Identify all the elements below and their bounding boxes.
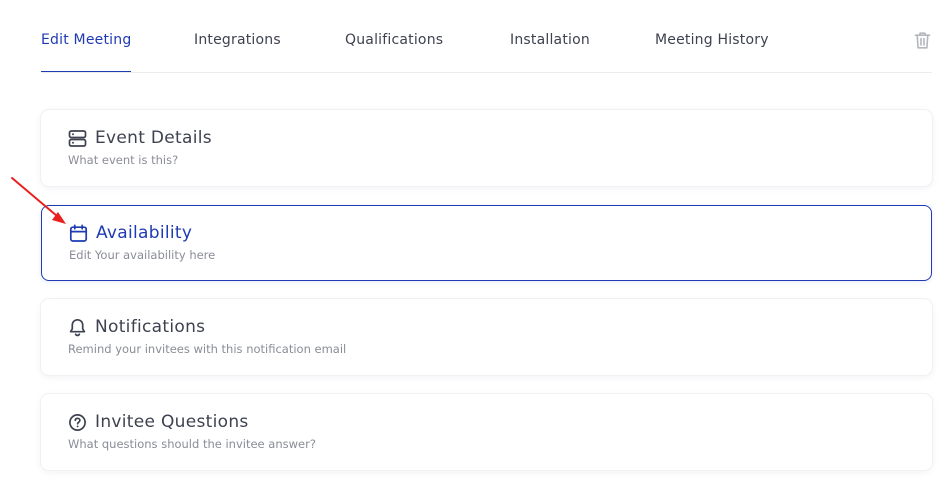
section-subtitle: What event is this? <box>68 153 179 167</box>
section-availability[interactable]: Availability Edit Your availability here <box>41 205 932 281</box>
section-subtitle: Remind your invitees with this notificat… <box>68 342 347 356</box>
calendar-icon <box>69 224 88 242</box>
section-event-details[interactable]: Event Details What event is this? <box>41 110 932 186</box>
section-subtitle: Edit Your availability here <box>69 248 216 262</box>
tab-meeting-history[interactable]: Meeting History <box>655 32 769 72</box>
section-title: Invitee Questions <box>95 412 249 432</box>
tab-qualifications[interactable]: Qualifications <box>345 32 443 72</box>
section-subtitle: What questions should the invitee answer… <box>68 437 316 451</box>
section-title: Availability <box>96 223 193 243</box>
section-title: Notifications <box>95 317 206 337</box>
trash-icon[interactable] <box>914 31 931 50</box>
tab-edit-meeting[interactable]: Edit Meeting <box>41 32 132 72</box>
section-invitee-questions[interactable]: Invitee Questions What questions should … <box>41 394 932 470</box>
section-notifications[interactable]: Notifications Remind your invitees with … <box>41 299 932 375</box>
bell-icon <box>69 318 86 337</box>
meeting-editor: Edit Meeting Integrations Qualifications… <box>0 0 948 482</box>
tab-installation[interactable]: Installation <box>510 32 590 72</box>
section-title: Event Details <box>95 128 212 148</box>
tab-integrations[interactable]: Integrations <box>194 32 281 72</box>
tab-bar: Edit Meeting Integrations Qualifications… <box>41 0 932 73</box>
server-icon <box>68 130 87 147</box>
question-circle-icon <box>69 414 86 431</box>
